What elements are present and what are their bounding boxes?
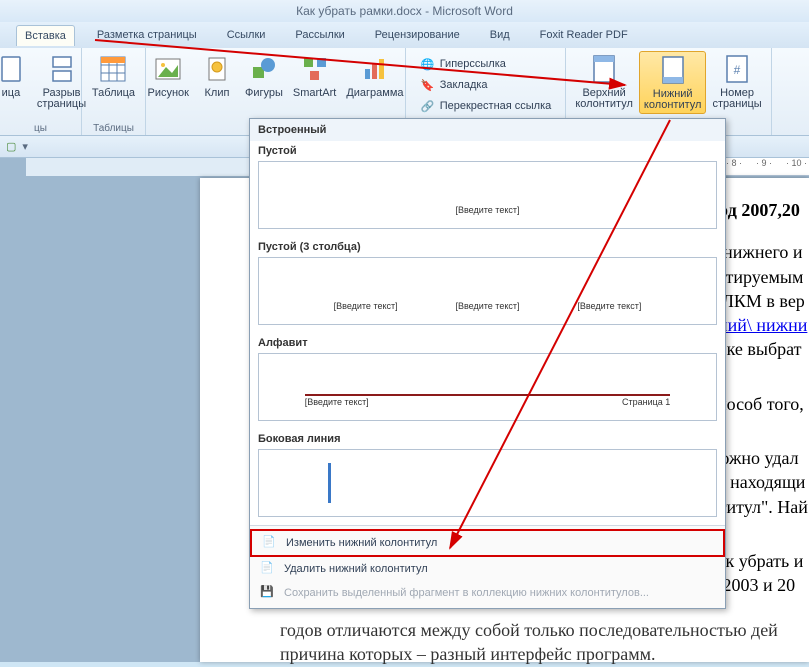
document-text-bottom: годов отличаются между собой только посл… bbox=[280, 618, 809, 667]
tab-insert[interactable]: Вставка bbox=[16, 25, 75, 46]
preset-alphabet[interactable]: Алфавит [Введите текст]Страница 1 bbox=[250, 333, 725, 429]
svg-text:#: # bbox=[734, 63, 741, 77]
group-label: Таблицы bbox=[93, 121, 134, 134]
page-icon bbox=[0, 53, 27, 85]
qat-dropdown[interactable]: ▾ bbox=[22, 140, 28, 153]
footer-icon bbox=[657, 54, 689, 86]
shapes-button[interactable]: Фигуры bbox=[241, 51, 287, 101]
label: Фигуры bbox=[245, 87, 283, 99]
label: SmartArt bbox=[293, 87, 336, 99]
picture-button[interactable]: Рисунок bbox=[143, 51, 193, 101]
table-button[interactable]: Таблица bbox=[88, 51, 139, 101]
page-number-button[interactable]: #Номерстраницы bbox=[708, 51, 765, 112]
tab-review[interactable]: Рецензирование bbox=[367, 25, 468, 45]
clip-button[interactable]: Клип bbox=[195, 51, 239, 101]
preset-blank-3col[interactable]: Пустой (3 столбца) [Введите текст][Введи… bbox=[250, 237, 725, 333]
preset-sideline[interactable]: Боковая линия bbox=[250, 429, 725, 525]
footer-button[interactable]: Нижнийколонтитул bbox=[639, 51, 707, 114]
clip-icon bbox=[201, 53, 233, 85]
group-tables: Таблица Таблицы bbox=[82, 48, 146, 135]
footer-gallery-dropdown: Встроенный Пустой [Введите текст] Пустой… bbox=[249, 118, 726, 609]
edit-footer-item[interactable]: 📄 Изменить нижний колонтитул bbox=[250, 529, 725, 557]
cross-ref-icon: 🔗 bbox=[420, 98, 436, 114]
chart-icon bbox=[359, 53, 391, 85]
label: ица bbox=[2, 87, 21, 99]
save-selection-item: 💾 Сохранить выделенный фрагмент в коллек… bbox=[250, 581, 725, 605]
qat-icon[interactable]: ▢ bbox=[6, 140, 16, 153]
smartart-icon bbox=[299, 53, 331, 85]
label: Рисунок bbox=[147, 87, 189, 99]
chart-button[interactable]: Диаграмма bbox=[342, 51, 407, 101]
group-label: цы bbox=[34, 121, 47, 134]
globe-icon: 🌐 bbox=[420, 56, 436, 72]
label: Таблица bbox=[92, 87, 135, 99]
gallery-header: Встроенный bbox=[250, 119, 725, 141]
tab-view[interactable]: Вид bbox=[482, 25, 518, 45]
page-break-icon bbox=[46, 53, 78, 85]
cross-ref-button[interactable]: 🔗Перекрестная ссылка bbox=[416, 97, 556, 115]
tab-foxit[interactable]: Foxit Reader PDF bbox=[532, 25, 636, 45]
preset-blank[interactable]: Пустой [Введите текст] bbox=[250, 141, 725, 237]
group-pages: ица Разрыв страницы цы bbox=[0, 48, 82, 135]
label: страницы bbox=[37, 98, 86, 110]
window-title: Как убрать рамки.docx - Microsoft Word bbox=[0, 0, 809, 22]
table-icon bbox=[97, 53, 129, 85]
smartart-button[interactable]: SmartArt bbox=[289, 51, 340, 101]
cover-page-button[interactable]: ица bbox=[0, 51, 31, 101]
ribbon-tabs: Вставка Разметка страницы Ссылки Рассылк… bbox=[0, 22, 809, 48]
remove-footer-item[interactable]: 📄 Удалить нижний колонтитул bbox=[250, 557, 725, 581]
header-icon bbox=[588, 53, 620, 85]
header-button[interactable]: Верхнийколонтитул bbox=[571, 51, 637, 112]
page-number-icon: # bbox=[721, 53, 753, 85]
bookmark-icon: 🔖 bbox=[420, 77, 436, 93]
shapes-icon bbox=[248, 53, 280, 85]
bookmark-button[interactable]: 🔖Закладка bbox=[416, 76, 492, 94]
tab-references[interactable]: Ссылки bbox=[219, 25, 274, 45]
picture-icon bbox=[152, 53, 184, 85]
save-icon: 💾 bbox=[260, 585, 276, 601]
delete-icon: 📄 bbox=[260, 561, 276, 577]
label: Клип bbox=[205, 87, 230, 99]
label: Диаграмма bbox=[346, 87, 403, 99]
tab-mailings[interactable]: Рассылки bbox=[287, 25, 352, 45]
hyperlink-button[interactable]: 🌐Гиперссылка bbox=[416, 55, 510, 73]
edit-icon: 📄 bbox=[262, 535, 278, 551]
tab-page-layout[interactable]: Разметка страницы bbox=[89, 25, 205, 45]
